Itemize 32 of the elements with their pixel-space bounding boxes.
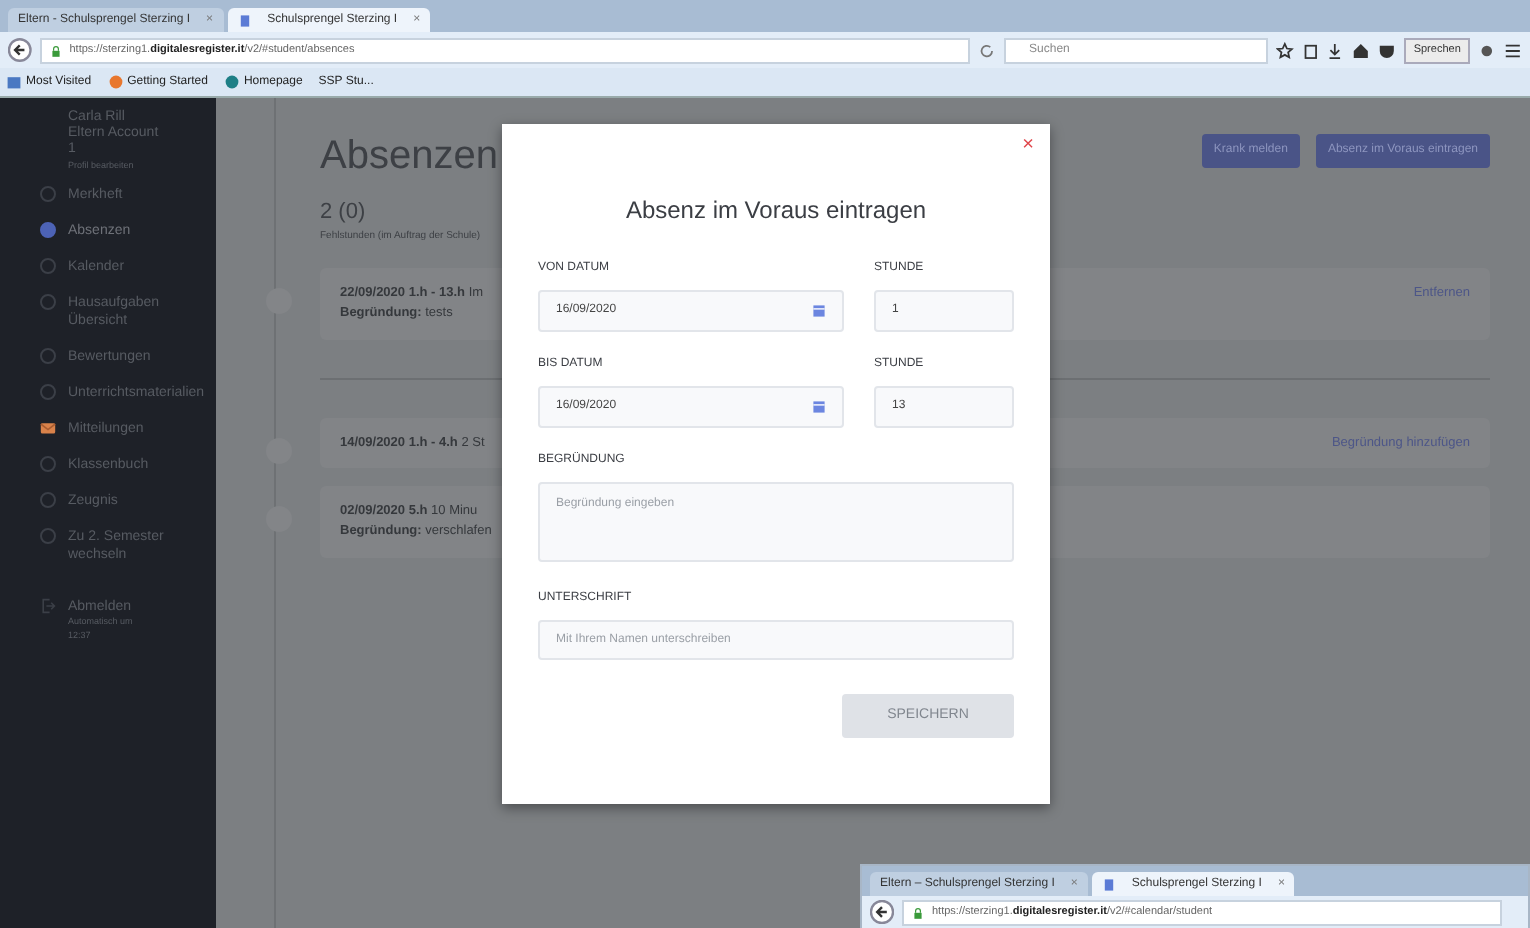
circle-icon <box>40 348 56 364</box>
circle-icon <box>40 456 56 472</box>
back-icon <box>8 38 32 62</box>
circle-icon <box>40 186 56 202</box>
circle-icon <box>40 294 56 310</box>
circle-icon <box>40 528 56 544</box>
home-icon <box>1352 41 1371 59</box>
page-icon <box>237 13 252 27</box>
circle-icon <box>40 492 56 508</box>
back-icon <box>870 900 894 924</box>
star-icon <box>1275 41 1294 59</box>
page-icon <box>1101 877 1116 891</box>
reload-icon <box>977 41 996 59</box>
selected-dot-icon <box>40 222 56 238</box>
close-button[interactable]: × <box>1022 134 1034 158</box>
menu-icon <box>1504 41 1522 59</box>
modal-title: Absenz im Voraus eintragen <box>623 194 929 228</box>
shield-icon <box>1378 41 1396 59</box>
page-title: Absenzen <box>320 134 498 178</box>
logout-icon <box>40 598 56 614</box>
folder-icon <box>6 74 22 90</box>
envelope-icon <box>40 420 56 436</box>
lock-icon <box>912 907 924 919</box>
leaf-icon <box>223 74 240 90</box>
circle-icon <box>40 258 56 274</box>
globe-icon <box>107 74 124 90</box>
absence-count: 2 (0) <box>320 198 366 228</box>
circle-icon <box>40 384 56 400</box>
calendar-icon <box>812 304 826 318</box>
calendar-icon <box>812 400 826 414</box>
download-icon <box>1326 41 1345 59</box>
lock-icon <box>49 45 62 57</box>
